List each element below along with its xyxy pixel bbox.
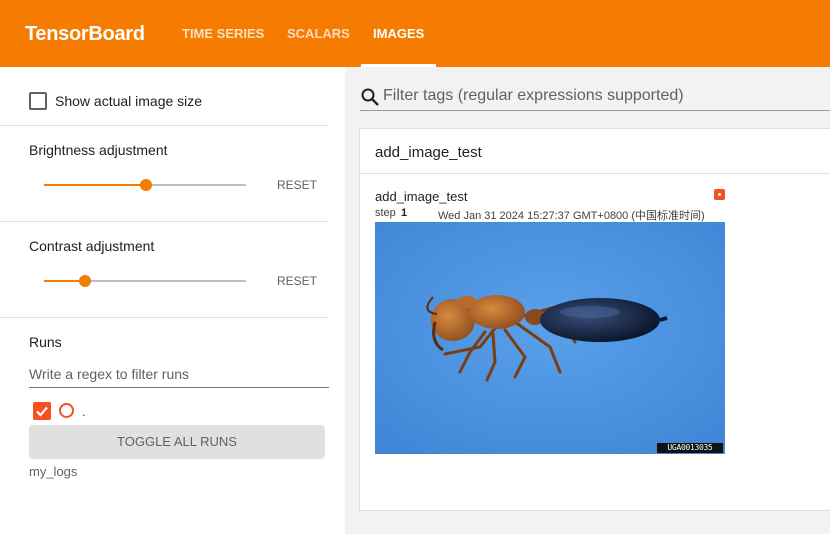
sidebar-divider	[0, 221, 329, 222]
tag-group-header[interactable]: add_image_test	[360, 129, 830, 174]
show-actual-size-checkbox[interactable]	[29, 92, 47, 110]
tag-group-title: add_image_test	[375, 144, 482, 161]
contrast-label: Contrast adjustment	[29, 238, 155, 254]
sidebar-divider	[0, 125, 329, 126]
brightness-slider-thumb[interactable]	[140, 179, 152, 191]
tag-filter-bar[interactable]	[360, 83, 830, 111]
brightness-label: Brightness adjustment	[29, 142, 168, 158]
tag-filter-input[interactable]	[383, 87, 823, 105]
tab-images[interactable]: IMAGES	[373, 26, 424, 41]
contrast-slider-thumb[interactable]	[79, 275, 91, 287]
image-card-title: add_image_test	[375, 189, 468, 204]
sidebar-divider	[0, 317, 329, 318]
top-app-bar: TensorBoard TIME SERIES SCALARS IMAGES	[0, 0, 830, 67]
ant-photo-icon	[375, 222, 725, 454]
run-name-label: my_logs	[29, 464, 78, 479]
contrast-reset-button[interactable]: RESET	[277, 274, 317, 288]
step-value: 1	[401, 207, 408, 219]
runs-title: Runs	[29, 334, 62, 350]
image-watermark: UGA0013035	[657, 443, 723, 453]
image-timestamp: Wed Jan 31 2024 15:27:37 GMT+0800 (中国标准时…	[438, 210, 705, 222]
runs-filter-field[interactable]	[29, 358, 329, 388]
run-checkbox[interactable]	[33, 402, 51, 420]
image-card-run-color-icon[interactable]	[714, 189, 725, 200]
check-icon	[36, 406, 48, 417]
brightness-slider-fill	[44, 184, 146, 186]
search-icon	[361, 88, 379, 106]
app-title[interactable]: TensorBoard	[25, 23, 145, 46]
step-label: step	[375, 207, 396, 219]
run-color-circle-icon[interactable]	[59, 403, 74, 418]
tab-scalars[interactable]: SCALARS	[287, 26, 350, 41]
toggle-all-runs-button[interactable]: TOGGLE ALL RUNS	[29, 425, 325, 459]
brightness-reset-button[interactable]: RESET	[277, 178, 317, 192]
show-actual-size-label[interactable]: Show actual image size	[55, 93, 202, 109]
runs-filter-input[interactable]	[29, 358, 329, 382]
summary-image[interactable]	[375, 222, 725, 454]
run-item-label: .	[82, 404, 86, 419]
tab-time-series[interactable]: TIME SERIES	[182, 26, 264, 41]
